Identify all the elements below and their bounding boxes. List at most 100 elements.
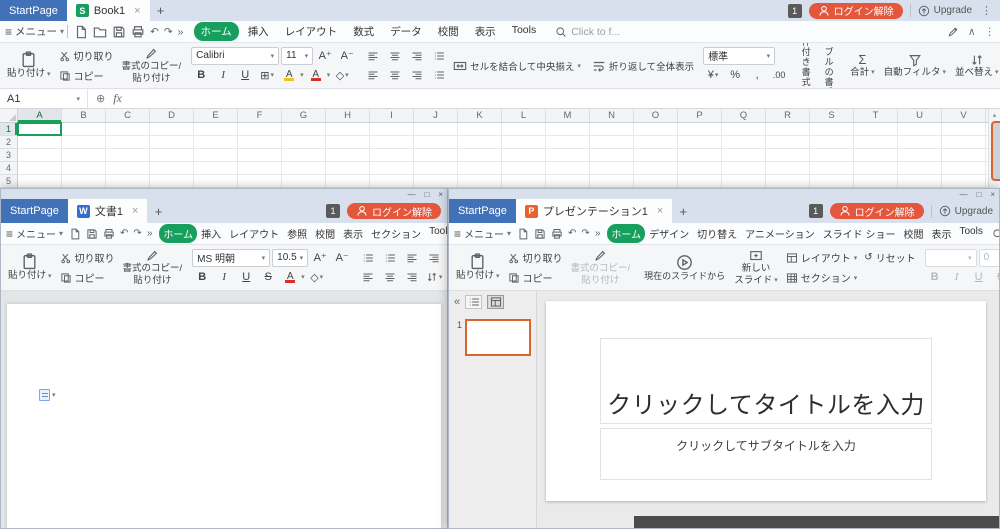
more-commands-icon[interactable]: »	[147, 228, 153, 239]
column-header[interactable]: Q	[722, 109, 766, 122]
row-header[interactable]: 3	[0, 149, 18, 162]
align-bottom-icon[interactable]	[407, 46, 427, 65]
numbered-list-icon[interactable]	[380, 248, 400, 267]
sort-button[interactable]: 並べ替え▾	[951, 45, 1000, 86]
underline-button[interactable]: U	[969, 268, 989, 287]
ribbon-tab[interactable]: 表示	[468, 22, 503, 41]
maximize-icon[interactable]: □	[976, 190, 981, 199]
ribbon-tab[interactable]: Tools	[505, 22, 544, 41]
column-header[interactable]: S	[810, 109, 854, 122]
more-options-icon[interactable]: ⋮	[979, 4, 994, 17]
align-middle-icon[interactable]	[385, 46, 405, 65]
slide-thumbnail[interactable]	[465, 319, 531, 356]
paste-button[interactable]: 貼り付け▾	[4, 247, 56, 288]
cut-button[interactable]: 切り取り	[56, 46, 117, 65]
new-tab-button[interactable]: +	[147, 199, 169, 223]
print-icon[interactable]	[551, 228, 563, 240]
tab-startpage[interactable]: StartPage	[1, 199, 68, 223]
collapse-panel-icon[interactable]: «	[454, 296, 460, 308]
user-count-badge[interactable]: 1	[788, 4, 802, 18]
column-header[interactable]: G	[282, 109, 326, 122]
paragraph-style-icon[interactable]: ▾	[39, 389, 56, 401]
italic-button[interactable]: I	[947, 268, 967, 287]
column-header[interactable]: J	[414, 109, 458, 122]
align-left-icon[interactable]	[358, 268, 378, 287]
save-icon[interactable]	[534, 228, 546, 240]
increase-font-icon[interactable]: A⁺	[315, 46, 335, 65]
bullet-list-icon[interactable]	[358, 248, 378, 267]
column-header[interactable]: N	[590, 109, 634, 122]
row-header[interactable]: 1	[0, 123, 18, 136]
font-name-select[interactable]: ▾	[925, 249, 977, 267]
edit-pencil-icon[interactable]	[947, 26, 959, 38]
upgrade-button[interactable]: Upgrade	[939, 205, 993, 217]
tab-startpage[interactable]: StartPage	[0, 0, 67, 21]
column-header[interactable]: D	[150, 109, 194, 122]
font-size-select[interactable]: 11▾	[281, 47, 313, 65]
font-size-select[interactable]: 10.5▾	[272, 249, 308, 267]
maximize-icon[interactable]: □	[424, 190, 429, 199]
ribbon-tab[interactable]: Tools	[955, 224, 986, 243]
increase-indent-icon[interactable]	[424, 248, 444, 267]
increase-font-icon[interactable]: A⁺	[310, 248, 330, 267]
slide-view-toggle[interactable]	[487, 295, 504, 309]
decimal-format-icon[interactable]: .00	[769, 66, 789, 85]
user-count-badge[interactable]: 1	[809, 204, 823, 218]
logout-button[interactable]: ログイン解除	[830, 203, 924, 219]
ribbon-tab[interactable]: 数式	[346, 22, 381, 41]
new-slide-button[interactable]: 新しい スライド▾	[730, 247, 782, 288]
table-style-button[interactable]: テーブルの書式設定	[818, 45, 840, 86]
ribbon-tab[interactable]: スライド ショー	[819, 224, 900, 243]
select-all-corner[interactable]	[0, 109, 18, 123]
column-header[interactable]: R	[766, 109, 810, 122]
column-header[interactable]: A	[18, 109, 62, 122]
undo-icon[interactable]: ↶	[150, 26, 159, 38]
currency-format-icon[interactable]: ¥▾	[703, 66, 723, 85]
ribbon-search[interactable]: Cli...	[992, 228, 999, 240]
redo-icon[interactable]: ↷	[581, 228, 589, 239]
more-commands-icon[interactable]: »	[595, 228, 601, 239]
title-placeholder[interactable]: クリックしてタイトルを入力	[600, 338, 932, 424]
ribbon-tab[interactable]: セクション	[367, 224, 425, 243]
menu-button[interactable]: メニュー	[16, 226, 56, 241]
decrease-indent-icon[interactable]	[429, 46, 449, 65]
redo-icon[interactable]: ↷	[133, 228, 141, 239]
strikethrough-button[interactable]: S	[258, 268, 278, 287]
close-tab-icon[interactable]: ×	[657, 205, 663, 217]
align-right-icon[interactable]	[407, 66, 427, 85]
font-name-select[interactable]: MS 明朝▾	[192, 249, 270, 267]
italic-button[interactable]: I	[214, 268, 234, 287]
insert-function-icon[interactable]: ⊕	[96, 92, 105, 105]
column-header[interactable]: M	[546, 109, 590, 122]
cut-button[interactable]: 切り取り	[505, 248, 566, 267]
ribbon-tab[interactable]: レイアウト	[278, 22, 345, 41]
ribbon-tab[interactable]: 校閲	[311, 224, 339, 243]
strikethrough-button[interactable]: S	[991, 268, 999, 287]
new-document-icon[interactable]	[69, 228, 81, 240]
reset-button[interactable]: ↺リセット	[861, 248, 918, 267]
paste-button[interactable]: 貼り付け▾	[452, 247, 504, 288]
align-center-icon[interactable]	[380, 268, 400, 287]
ribbon-tab[interactable]: 表示	[339, 224, 367, 243]
borders-button[interactable]: ⊞▾	[257, 66, 277, 85]
row-header[interactable]: 2	[0, 136, 18, 149]
column-header[interactable]: L	[502, 109, 546, 122]
underline-button[interactable]: U	[236, 268, 256, 287]
column-header[interactable]: V	[942, 109, 986, 122]
ribbon-tab[interactable]: 表示	[927, 224, 955, 243]
ribbon-tab[interactable]: 挿入	[241, 22, 276, 41]
format-painter-button[interactable]: 書式のコピー/ 貼り付け	[119, 247, 187, 288]
number-format-select[interactable]: 標準▾	[703, 47, 775, 65]
selected-cell-a1[interactable]	[17, 122, 62, 136]
save-icon[interactable]	[86, 228, 98, 240]
format-painter-button[interactable]: 書式のコピー/ 貼り付け	[118, 45, 186, 86]
font-color-button[interactable]: A▾	[306, 66, 331, 85]
font-size-select[interactable]: 0▾	[979, 249, 999, 267]
ribbon-tab[interactable]: ホーム	[194, 22, 239, 41]
menu-button[interactable]: メニュー	[15, 24, 57, 39]
sum-button[interactable]: Σ 合計▾	[846, 45, 879, 86]
ribbon-tab[interactable]: 参照	[283, 224, 311, 243]
percent-format-icon[interactable]: %	[725, 66, 745, 85]
column-header[interactable]: H	[326, 109, 370, 122]
new-tab-button[interactable]: +	[672, 199, 694, 223]
